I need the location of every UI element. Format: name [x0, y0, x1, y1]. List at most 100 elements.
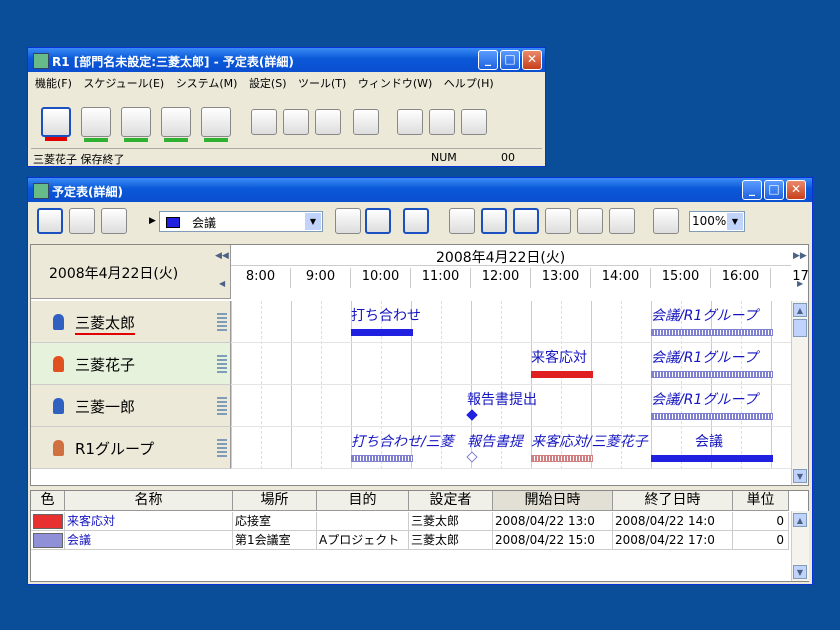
- schedule-detail-tool-icon[interactable]: [41, 107, 71, 141]
- list-icon[interactable]: [577, 208, 603, 234]
- grid-vertical-scrollbar[interactable]: ▲ ▼: [791, 301, 808, 485]
- person-row-3[interactable]: R1グループ: [31, 427, 231, 469]
- clipboard-tool-icon[interactable]: [201, 107, 231, 142]
- person-row-2[interactable]: 三菱一郎: [31, 385, 231, 427]
- event-bar[interactable]: [351, 455, 413, 462]
- table-cell-purpose[interactable]: [317, 512, 409, 531]
- table-cell-start[interactable]: 2008/04/22 13:0: [493, 512, 613, 531]
- table-cell-end[interactable]: 2008/04/22 17:0: [613, 531, 733, 550]
- event-bar[interactable]: [651, 329, 773, 336]
- palette-icon[interactable]: [653, 208, 679, 234]
- milestone-diamond-icon[interactable]: [466, 451, 478, 463]
- event-label[interactable]: 打ち合わせ: [351, 305, 421, 325]
- pin-icon[interactable]: [283, 109, 309, 135]
- event-label[interactable]: 会議: [695, 431, 723, 451]
- table-cell-purpose[interactable]: Aプロジェクト: [317, 531, 409, 550]
- print-icon[interactable]: [397, 109, 423, 135]
- address-book-icon[interactable]: [251, 109, 277, 135]
- table-vertical-scrollbar[interactable]: ▲ ▼: [791, 511, 809, 581]
- table-cell-unit[interactable]: 0: [733, 531, 789, 550]
- table-cell-color[interactable]: [31, 531, 65, 550]
- column-header-2[interactable]: 場所: [233, 491, 317, 511]
- bars-alt-icon[interactable]: [513, 208, 539, 234]
- filter-icon[interactable]: [335, 208, 361, 234]
- footprints-tool-icon[interactable]: [161, 107, 191, 142]
- schedule-maximize-button[interactable]: □: [764, 180, 784, 200]
- event-label[interactable]: 打ち合わせ/三菱: [351, 431, 454, 451]
- column-header-3[interactable]: 目的: [317, 491, 409, 511]
- zoom-select[interactable]: 100% ▼: [689, 211, 745, 232]
- event-bar[interactable]: [651, 371, 773, 378]
- event-bar[interactable]: [651, 455, 773, 462]
- calendar-grid-tool-icon[interactable]: [81, 107, 111, 142]
- scroll-down-arrow-icon[interactable]: ▼: [793, 469, 807, 483]
- category-select[interactable]: 会議 ▼: [159, 211, 323, 232]
- table-cell-setter[interactable]: 三菱太郎: [409, 512, 493, 531]
- export-icon[interactable]: [461, 109, 487, 135]
- table-cell-place[interactable]: 応接室: [233, 512, 317, 531]
- event-bar[interactable]: [651, 413, 773, 420]
- maximize-button[interactable]: □: [500, 50, 520, 70]
- column-header-4[interactable]: 設定者: [409, 491, 493, 511]
- refresh-icon[interactable]: [403, 208, 429, 234]
- note-edit-tool-icon[interactable]: [121, 107, 151, 142]
- schedule-close-button[interactable]: ✕: [786, 180, 806, 200]
- event-label[interactable]: 来客応対: [531, 347, 587, 367]
- table-scroll-up-arrow-icon[interactable]: ▲: [793, 513, 807, 527]
- table-cell-unit[interactable]: 0: [733, 512, 789, 531]
- row-menu-icon[interactable]: [217, 439, 227, 457]
- menu-item-settings[interactable]: 設定(S): [245, 73, 291, 93]
- event-bar[interactable]: [351, 329, 413, 336]
- table-cell-name[interactable]: 来客応対: [65, 512, 233, 531]
- schedule-title-bar[interactable]: 予定表(詳細) _ □ ✕: [28, 178, 812, 202]
- event-bar[interactable]: [531, 371, 593, 378]
- nav-next-fast-icon[interactable]: ▶▶: [793, 251, 807, 261]
- column-header-6[interactable]: 終了日時: [613, 491, 733, 511]
- table-cell-color[interactable]: [31, 512, 65, 531]
- person-row-0[interactable]: 三菱太郎: [31, 301, 231, 343]
- print-preview-icon[interactable]: [429, 109, 455, 135]
- table-cell-setter[interactable]: 三菱太郎: [409, 531, 493, 550]
- milestone-diamond-icon[interactable]: [466, 409, 478, 421]
- table-cell-place[interactable]: 第1会議室: [233, 531, 317, 550]
- minimize-button[interactable]: _: [478, 50, 498, 70]
- main-title-bar[interactable]: R1 [部門名未設定:三菱太郎] - 予定表(詳細) _ □ ✕: [28, 48, 545, 72]
- table-cell-name[interactable]: 会議: [65, 531, 233, 550]
- menu-item-help[interactable]: ヘルプ(H): [440, 73, 498, 93]
- column-header-7[interactable]: 単位: [733, 491, 789, 511]
- menu-item-function[interactable]: 機能(F): [31, 73, 76, 93]
- schedule-minimize-button[interactable]: _: [742, 180, 762, 200]
- person-row-1[interactable]: 三菱花子: [31, 343, 231, 385]
- bars-icon[interactable]: [481, 208, 507, 234]
- event-label[interactable]: 会議/R1グループ: [651, 347, 758, 367]
- filter-active-icon[interactable]: [365, 208, 391, 234]
- scroll-thumb[interactable]: [793, 319, 807, 337]
- scroll-up-arrow-icon[interactable]: ▲: [793, 303, 807, 317]
- grid-color-icon[interactable]: [449, 208, 475, 234]
- event-bar[interactable]: [531, 455, 593, 462]
- table-cell-end[interactable]: 2008/04/22 14:0: [613, 512, 733, 531]
- table-cell-start[interactable]: 2008/04/22 15:0: [493, 531, 613, 550]
- chevron-down-icon[interactable]: ▼: [305, 213, 321, 230]
- column-header-5[interactable]: 開始日時: [493, 491, 613, 511]
- close-button[interactable]: ✕: [522, 50, 542, 70]
- view-week-icon[interactable]: [69, 208, 95, 234]
- nav-prev-icon[interactable]: ◀: [219, 279, 225, 288]
- row-menu-icon[interactable]: [217, 313, 227, 331]
- event-label[interactable]: 会議/R1グループ: [651, 389, 758, 409]
- group-icon[interactable]: [315, 109, 341, 135]
- event-label[interactable]: 報告書提: [467, 431, 523, 451]
- view-day-icon[interactable]: [37, 208, 63, 234]
- row-menu-icon[interactable]: [217, 355, 227, 373]
- menu-item-system[interactable]: システム(M): [172, 73, 242, 93]
- view-month-icon[interactable]: [101, 208, 127, 234]
- nav-prev-fast-icon[interactable]: ◀◀: [215, 251, 229, 261]
- table-scroll-down-arrow-icon[interactable]: ▼: [793, 565, 807, 579]
- event-label[interactable]: 報告書提出: [467, 389, 537, 409]
- column-header-1[interactable]: 名称: [65, 491, 233, 511]
- menu-item-schedule[interactable]: スケジュール(E): [79, 73, 168, 93]
- row-menu-icon[interactable]: [217, 397, 227, 415]
- column-header-0[interactable]: 色: [31, 491, 65, 511]
- font-color-icon[interactable]: [353, 109, 379, 135]
- event-label[interactable]: 来客応対/三菱花子: [531, 431, 648, 451]
